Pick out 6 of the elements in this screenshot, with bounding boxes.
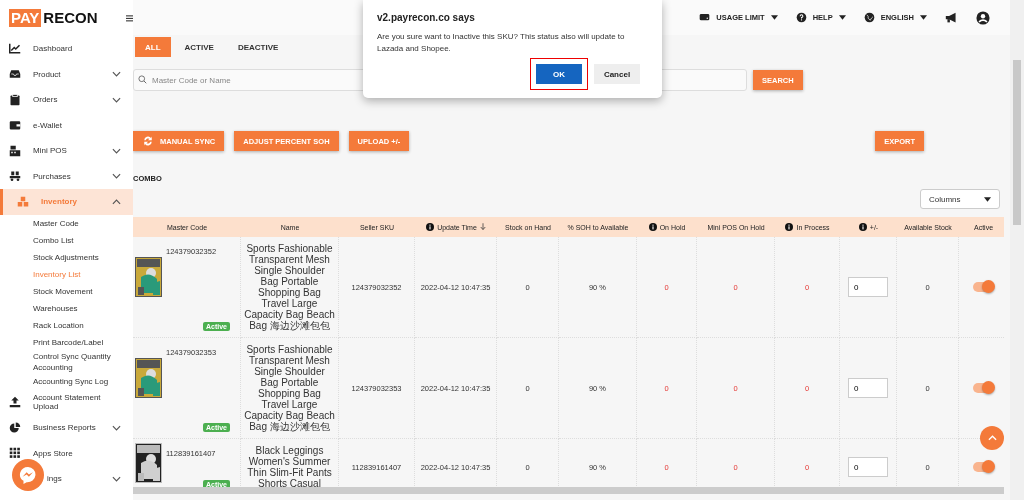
table-cell-text: Black Leggings Women's Summer Thin Slim-Fit Pants Shorts Casual — [246, 445, 333, 489]
table-cell: Sports Fashionable Transparent Mesh Single Shoulder Bag Portable Shopping Bag Travel Large Capacity Bag Beach Bag 海边沙滩包包 — [244, 344, 335, 432]
dialog-message: Are you sure want to Inactive this SKU? This status also will update to Lazada and Shopee. — [377, 31, 626, 55]
dialog-title: v2.payrecon.co says — [377, 12, 476, 23]
table-cell: Sports Fashionable Transparent Mesh Single Shoulder Bag Portable Shopping Bag Travel Large Capacity Bag Beach Bag 海边沙滩包包 — [244, 243, 335, 331]
logo: PAY RECON — [9, 9, 98, 27]
